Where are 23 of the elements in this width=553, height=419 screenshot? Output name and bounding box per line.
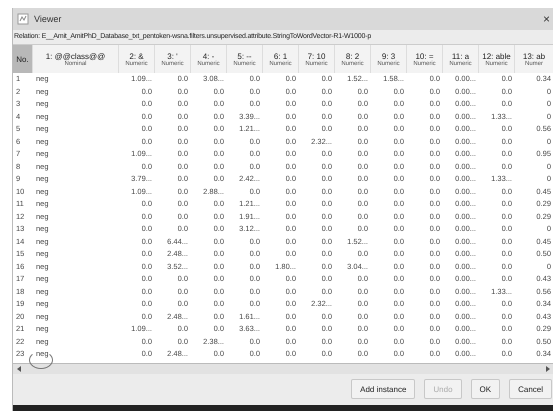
column-name: 9: 3 xyxy=(382,52,396,60)
column-name: 6: 1 xyxy=(274,52,288,60)
column-name: 1: @@class@@ xyxy=(46,52,106,60)
column-name: 10: = xyxy=(415,52,434,60)
right-arrow-icon[interactable] xyxy=(545,366,551,372)
app-icon xyxy=(17,13,29,25)
column-name: 4: - xyxy=(202,52,214,60)
column-name: No. xyxy=(16,54,29,64)
column-name: 8: 2 xyxy=(346,52,360,60)
column-header[interactable]: No. xyxy=(13,45,33,73)
dialog-button[interactable]: OK xyxy=(470,379,500,400)
column-name: 12: able xyxy=(482,52,511,60)
column-name: 7: 10 xyxy=(308,52,326,60)
column-name: 13: ab xyxy=(522,52,546,60)
close-button[interactable]: × xyxy=(542,12,550,26)
column-name: 2: & xyxy=(129,52,144,60)
left-arrow-icon[interactable] xyxy=(16,366,22,372)
dialog-button[interactable]: Add instance xyxy=(351,379,416,400)
column-name: 5: -- xyxy=(237,52,252,60)
window-title: Viewer xyxy=(34,14,62,24)
column-name: 11: a xyxy=(452,52,470,60)
dialog-button[interactable]: Cancel xyxy=(509,379,552,400)
column-name: 3: ' xyxy=(167,52,178,60)
